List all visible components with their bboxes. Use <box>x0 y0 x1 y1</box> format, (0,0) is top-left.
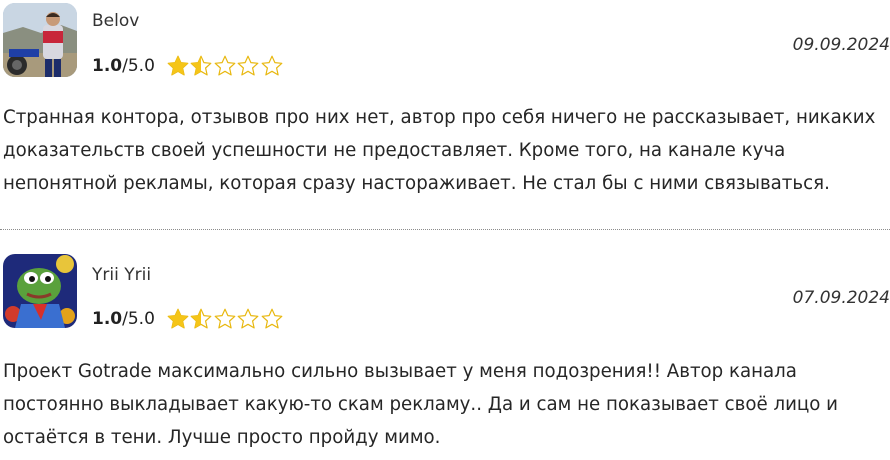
review-text: Проект Gotrade максимально сильно вызыва… <box>3 361 838 448</box>
star-full-icon <box>167 55 189 76</box>
star-rating <box>166 307 284 331</box>
star-half-icon <box>190 308 212 329</box>
rating: 1.0/5.0 <box>92 54 283 78</box>
star-empty-icon <box>237 308 259 329</box>
review-date: 09.09.2024 <box>792 35 890 55</box>
frog-cartoon-avatar-icon <box>3 254 77 328</box>
star-half-icon <box>190 55 212 76</box>
divider <box>0 229 890 230</box>
review-text: Странная контора, отзывов про них нет, а… <box>3 107 876 194</box>
review-date: 07.09.2024 <box>792 288 890 308</box>
rating-max: /5.0 <box>122 309 155 329</box>
avatar[interactable] <box>3 3 77 77</box>
author-name: Belov <box>92 11 140 31</box>
star-rating <box>166 54 284 78</box>
star-empty-icon <box>237 55 259 76</box>
rating-score: 1.0 <box>92 309 123 329</box>
star-empty-icon <box>214 55 236 76</box>
star-empty-icon <box>214 308 236 329</box>
rating: 1.0/5.0 <box>92 307 283 331</box>
avatar[interactable] <box>3 254 77 328</box>
motorcycle-rider-photo-icon <box>3 3 77 77</box>
star-full-icon <box>167 308 189 329</box>
author-name: Yrii Yrii <box>92 265 152 285</box>
star-empty-icon <box>261 308 283 329</box>
star-empty-icon <box>261 55 283 76</box>
rating-max: /5.0 <box>122 56 155 76</box>
rating-score: 1.0 <box>92 56 123 76</box>
